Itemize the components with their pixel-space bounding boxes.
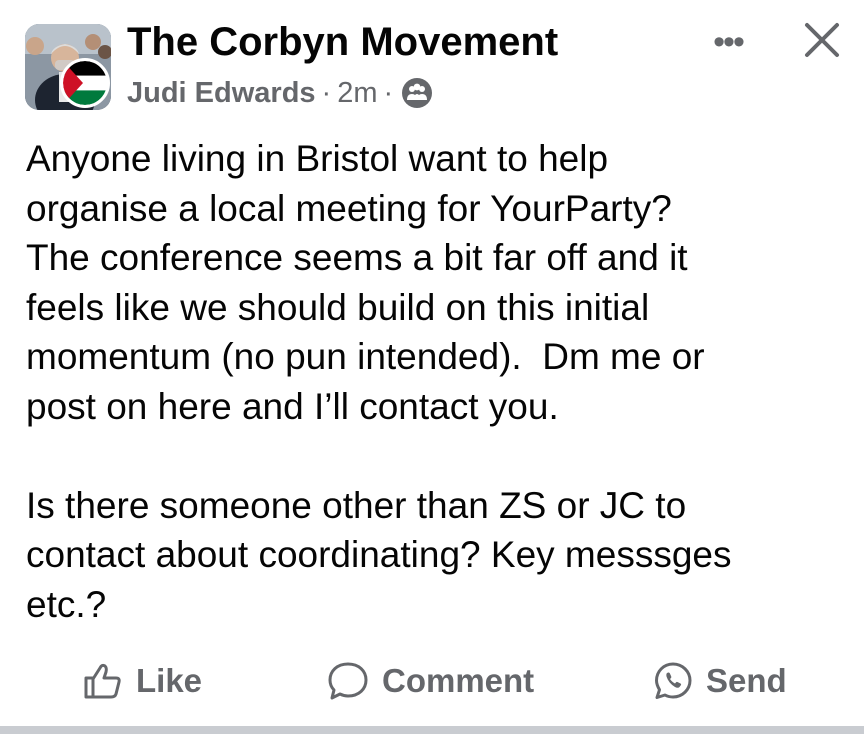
meta-separator: · [383,76,394,109]
post-time[interactable]: 2m [337,77,377,110]
send-label: Send [706,662,787,699]
post-meta: Judi Edwards · 2m · [127,73,433,113]
group-members-icon[interactable] [401,77,433,109]
more-options-icon[interactable]: ••• [703,23,753,61]
close-icon[interactable] [802,20,842,60]
feed-divider [0,726,864,734]
send-button[interactable]: Send [652,655,787,707]
post-body: Anyone living in Bristol want to help or… [26,138,732,625]
meta-separator: · [321,76,332,109]
post-actions-bar: Like Comment Send [0,655,864,707]
palestine-flag-icon [60,58,110,108]
like-button[interactable]: Like [82,655,202,707]
group-name[interactable]: The Corbyn Movement [127,18,558,66]
author-name[interactable]: Judi Edwards [127,77,316,110]
comment-label: Comment [382,662,535,699]
comment-icon [328,662,368,700]
whatsapp-icon [655,662,692,699]
comment-button[interactable]: Comment [326,655,534,707]
thumbs-up-icon [84,663,121,699]
feed-post: The Corbyn Movement Judi Edwards · 2m · … [0,0,864,724]
like-label: Like [136,662,203,699]
